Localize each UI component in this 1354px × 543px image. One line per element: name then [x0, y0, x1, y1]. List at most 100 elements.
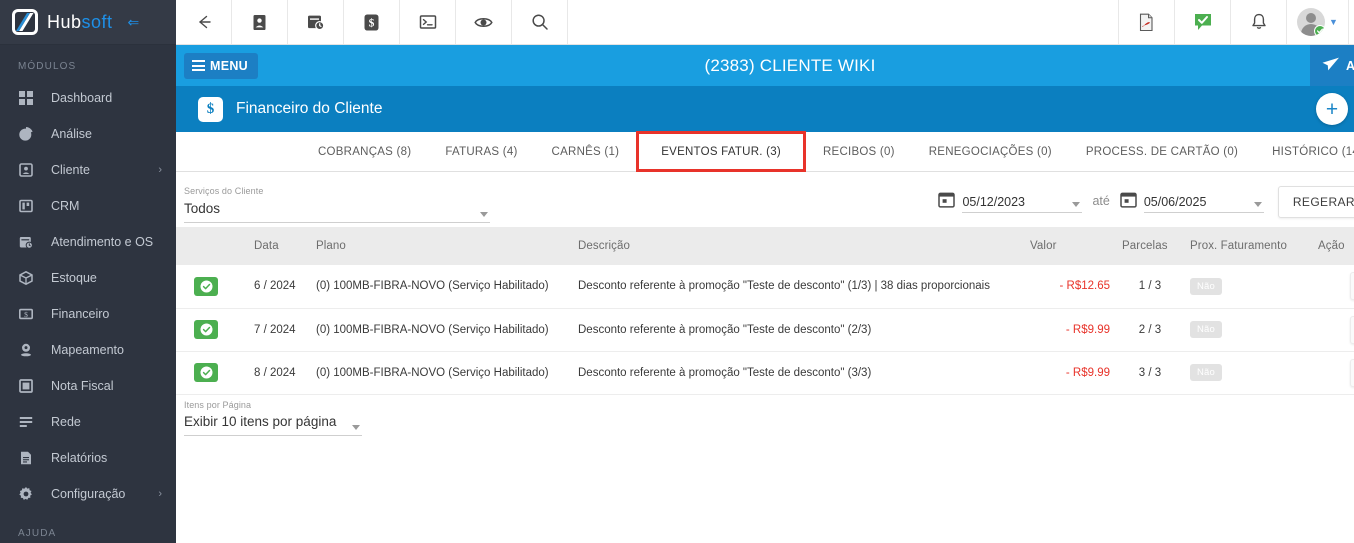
tab-faturas[interactable]: FATURAS (4) — [428, 132, 534, 171]
cell-descricao: Desconto referente à promoção "Teste de … — [572, 308, 1024, 352]
add-button[interactable]: + — [1316, 93, 1348, 125]
valor-text: - R$9.99 — [1065, 323, 1110, 336]
cell-plano: (0) 100MB-FIBRA-NOVO (Serviço Habilitado… — [310, 265, 572, 309]
sidebar-item-estoque[interactable]: Estoque — [0, 260, 176, 296]
date-to-group[interactable]: 05/06/2025 — [1120, 191, 1264, 213]
cell-data: 6 / 2024 — [248, 265, 310, 309]
sidebar-item-crm[interactable]: CRM — [0, 188, 176, 224]
check-circle-icon — [194, 320, 218, 339]
acoes-row-button[interactable]: AÇÕES — [1349, 358, 1354, 387]
terminal-icon[interactable] — [400, 0, 456, 44]
dollar-icon[interactable]: $ — [344, 0, 400, 44]
tab-historico[interactable]: HISTÓRICO (14) — [1255, 132, 1354, 171]
tab-eventos-fatur[interactable]: EVENTOS FATUR. (3) — [636, 131, 806, 172]
sidebar-item-label: Atendimento e OS — [51, 235, 154, 249]
chevron-down-icon — [1072, 202, 1081, 207]
module-bar: $ Financeiro do Cliente + — [176, 86, 1354, 132]
date-from-value: 05/12/2023 — [962, 195, 1026, 209]
cell-acao: AÇÕES — [1312, 308, 1354, 352]
sidebar-item-label: Relatórios — [51, 451, 108, 465]
sidebar-item-arrow: › — [158, 163, 162, 176]
sidebar-item-nota-fiscal[interactable]: Nota Fiscal — [0, 368, 176, 404]
status-badge: Não — [1190, 364, 1223, 381]
tab-carnes[interactable]: CARNÊS (1) — [535, 132, 637, 171]
chevron-down-icon — [352, 424, 361, 430]
acoes-row-button[interactable]: AÇÕES — [1349, 272, 1354, 301]
cell-plano: (0) 100MB-FIBRA-NOVO (Serviço Habilitado… — [310, 351, 572, 395]
tab-bar: COBRANÇAS (8) FATURAS (4) CARNÊS (1) EVE… — [176, 131, 1354, 172]
date-from-group[interactable]: 05/12/2023 — [938, 191, 1083, 213]
back-arrow-icon[interactable] — [176, 0, 232, 44]
user-avatar-menu[interactable]: ▼ — [1286, 0, 1348, 44]
collapse-arrow-icon[interactable]: ⇐ — [128, 15, 140, 29]
bell-icon[interactable] — [1230, 0, 1286, 44]
sidebar-item-mapeamento[interactable]: Mapeamento — [0, 332, 176, 368]
acoes-row-button[interactable]: AÇÕES — [1349, 315, 1354, 344]
contact-card-icon[interactable] — [232, 0, 288, 44]
sidebar-item-analise[interactable]: Análise — [0, 116, 176, 152]
green-check-icon[interactable] — [1174, 0, 1230, 44]
box-icon — [18, 270, 34, 286]
date-to-input[interactable]: 05/06/2025 — [1143, 195, 1264, 213]
search-icon[interactable] — [512, 0, 568, 44]
check-circle-icon — [194, 276, 218, 296]
column-acao: Ação — [1312, 227, 1354, 265]
client-bar: MENU (2383) CLIENTE WIKI AÇÕES — [176, 45, 1354, 86]
sidebar-item-rede[interactable]: Rede — [0, 404, 176, 440]
acoes-top-label: AÇÕES — [1346, 58, 1354, 73]
status-badge: Não — [1190, 277, 1223, 295]
cell-valor: - R$12.65 — [1024, 265, 1116, 309]
table-header: Data Plano Descrição Valor Parcelas Prox… — [176, 227, 1354, 265]
items-per-page-label: Itens por Página — [184, 399, 252, 410]
column-descricao: Descrição — [572, 227, 1024, 265]
avatar — [1297, 8, 1326, 36]
tab-renegociacoes[interactable]: RENEGOCIAÇÕES (0) — [912, 132, 1069, 171]
cell-parcelas: 1 / 3 — [1116, 265, 1184, 309]
regerar-button[interactable]: REGERAR — [1277, 186, 1354, 218]
cell-descricao: Desconto referente à promoção "Teste de … — [572, 265, 1024, 309]
date-from-input[interactable]: 05/12/2023 — [962, 195, 1083, 213]
pdf-file-icon[interactable] — [1118, 0, 1174, 44]
pie-chart-icon — [18, 126, 34, 142]
column-valor: Valor — [1024, 227, 1116, 265]
sidebar-item-financeiro[interactable]: $ Financeiro — [0, 296, 176, 332]
sidebar-item-label: Financeiro — [51, 307, 110, 321]
table-row[interactable]: 8 / 2024 (0) 100MB-FIBRA-NOVO (Serviço H… — [176, 351, 1354, 395]
eye-icon[interactable] — [456, 0, 512, 44]
cell-status — [176, 351, 248, 395]
calendar-clock-icon[interactable] — [288, 0, 344, 44]
sidebar-item-label: Nota Fiscal — [51, 379, 114, 393]
sidebar-item-label: Cliente — [51, 163, 90, 177]
tab-recibos[interactable]: RECIBOS (0) — [806, 132, 912, 171]
cell-parcelas: 3 / 3 — [1116, 351, 1184, 395]
list-menu-icon[interactable] — [1348, 0, 1354, 44]
page-title: Financeiro do Cliente — [236, 100, 383, 117]
menu-button-label: MENU — [210, 58, 249, 73]
table-row[interactable]: 6 / 2024 (0) 100MB-FIBRA-NOVO (Serviço H… — [176, 265, 1354, 309]
sidebar-item-configuracao[interactable]: Configuração › — [0, 476, 176, 512]
tab-process-de-cartao[interactable]: PROCESS. DE CARTÃO (0) — [1069, 132, 1255, 171]
chevron-down-icon — [1253, 202, 1262, 207]
menu-button[interactable]: MENU — [184, 52, 259, 79]
cell-status — [176, 265, 248, 309]
svg-text:$: $ — [24, 310, 28, 319]
sidebar-item-label: Estoque — [51, 271, 97, 285]
tab-cobrancas[interactable]: COBRANÇAS (8) — [301, 132, 428, 171]
money-icon: $ — [18, 306, 34, 322]
check-circle-icon — [194, 363, 218, 382]
sidebar-item-cliente[interactable]: Cliente › — [0, 152, 176, 188]
brand-header[interactable]: Hubsoft ⇐ — [0, 0, 176, 45]
acoes-top-button[interactable]: AÇÕES — [1310, 45, 1354, 86]
calendar-clock-icon — [18, 234, 34, 250]
table-row[interactable]: 7 / 2024 (0) 100MB-FIBRA-NOVO (Serviço H… — [176, 308, 1354, 352]
sidebar-item-dashboard[interactable]: Dashboard — [0, 80, 176, 116]
add-button-label: + — [1325, 97, 1339, 121]
sidebar-item-atendimento-e-os[interactable]: Atendimento e OS — [0, 224, 176, 260]
sidebar-item-label: Dashboard — [51, 91, 113, 105]
cell-prox-faturamento: Não — [1184, 265, 1312, 309]
cell-data: 7 / 2024 — [248, 308, 310, 352]
top-toolbar: $ ▼ — [176, 0, 1354, 45]
servicos-do-cliente-select[interactable]: Serviços do Cliente Todos — [184, 186, 490, 223]
items-per-page-select[interactable]: Itens por Página Exibir 10 itens por pág… — [184, 400, 363, 436]
sidebar-item-relatorios[interactable]: Relatórios — [0, 440, 176, 476]
